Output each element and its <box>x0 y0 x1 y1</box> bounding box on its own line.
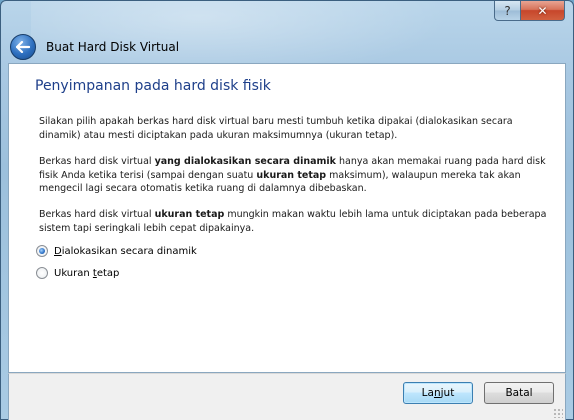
mnemonic-letter: n <box>433 387 441 399</box>
radio-option-dynamic[interactable]: Dialokasikan secara dinamik <box>36 245 197 257</box>
radio-button-dynamic[interactable] <box>36 245 48 257</box>
text-segment: Berkas hard disk virtual <box>39 156 155 167</box>
wizard-page: Penyimpanan pada hard disk fisik Silakan… <box>8 63 566 373</box>
label-text: jut <box>440 387 455 399</box>
back-arrow-icon <box>16 41 30 53</box>
wizard-header: Buat Hard Disk Virtual <box>9 31 567 63</box>
radio-button-fixed[interactable] <box>36 267 48 279</box>
close-icon: ✕ <box>537 3 548 18</box>
bold-term-dynamic: yang dialokasikan secara dinamik <box>154 156 336 167</box>
radio-label-fixed: Ukuran tetap <box>54 268 119 279</box>
button-bar: La n jut Batal <box>8 373 566 420</box>
bold-term-fixed: ukuran tetap <box>154 209 225 220</box>
label-text: etap <box>96 267 120 279</box>
help-button[interactable]: ? <box>494 1 521 21</box>
label-text: Ukuran <box>54 267 93 279</box>
wizard-title: Buat Hard Disk Virtual <box>46 40 180 54</box>
page-title: Penyimpanan pada hard disk fisik <box>35 78 271 94</box>
fixed-description-paragraph: Berkas hard disk virtual ukuran tetap mu… <box>39 208 551 235</box>
cancel-button[interactable]: Batal <box>484 382 554 404</box>
next-button[interactable]: La n jut <box>403 382 473 404</box>
help-icon: ? <box>504 3 511 18</box>
dynamic-description-paragraph: Berkas hard disk virtual yang dialokasik… <box>39 155 551 196</box>
radio-label-dynamic: Dialokasikan secara dinamik <box>54 246 197 257</box>
label-text: ialokasikan secara dinamik <box>61 245 197 257</box>
mnemonic-letter: D <box>54 245 62 257</box>
radio-option-fixed[interactable]: Ukuran tetap <box>36 267 119 279</box>
caption-buttons: ? ✕ <box>494 1 565 21</box>
resize-grip-icon[interactable] <box>553 408 563 418</box>
bold-term-fixed: ukuran tetap <box>256 169 327 181</box>
back-button[interactable] <box>10 34 36 60</box>
intro-paragraph: Silakan pilih apakah berkas hard disk vi… <box>39 116 513 141</box>
label-text: La <box>421 387 434 399</box>
close-button[interactable]: ✕ <box>521 1 565 21</box>
text-segment: Berkas hard disk virtual <box>39 209 155 220</box>
